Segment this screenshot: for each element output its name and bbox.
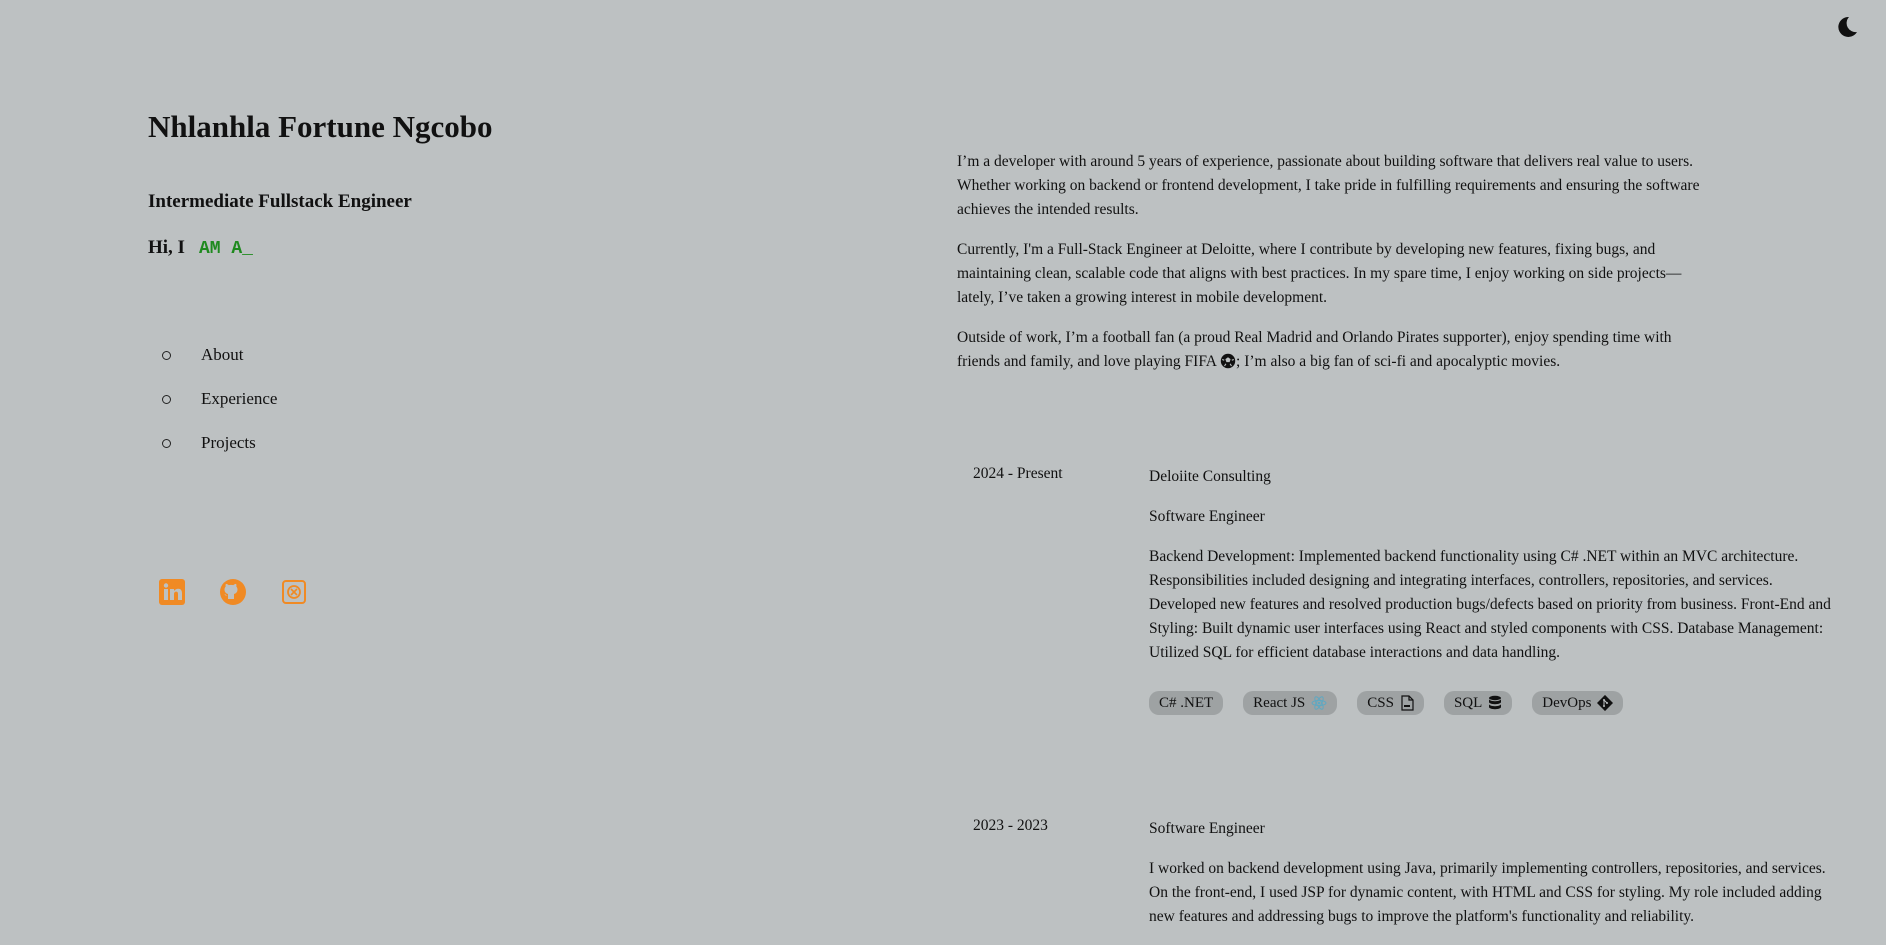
typing-line: Hi, I AM A_: [148, 237, 748, 259]
experience-description: Backend Development: Implemented backend…: [1149, 548, 1831, 661]
about-paragraph-3: Outside of work, I’m a football fan (a p…: [957, 326, 1717, 377]
linkedin-icon[interactable]: [158, 578, 186, 606]
moon-icon: [1835, 15, 1859, 44]
git-icon: [1597, 695, 1614, 711]
social-links: [158, 578, 308, 606]
nav-item-projects[interactable]: Projects: [148, 421, 748, 465]
bullet-icon: [162, 438, 171, 448]
tag-css[interactable]: CSS: [1357, 691, 1424, 715]
tag-sql[interactable]: SQL: [1443, 691, 1513, 715]
tag-label: CSS: [1367, 695, 1394, 711]
bullet-icon: [162, 350, 171, 360]
nav-link-experience[interactable]: Experience: [201, 389, 277, 409]
profile-title: Intermediate Fullstack Engineer: [148, 191, 412, 213]
experience-role: Software Engineer: [1149, 508, 1265, 525]
greeting-text: Hi, I: [148, 237, 185, 259]
about-paragraph-1: I’m a developer with around 5 years of e…: [957, 153, 1700, 218]
tag-devops[interactable]: DevOps: [1532, 691, 1624, 715]
experience-company: Deloiite Consulting: [1149, 468, 1271, 485]
bullet-icon: [162, 394, 171, 404]
experience-role: Software Engineer: [1149, 820, 1265, 837]
experience-date: 2024 - Present: [973, 465, 1063, 482]
tag-react[interactable]: React JS: [1243, 691, 1338, 715]
tag-label: C# .NET: [1159, 695, 1214, 711]
nav-link-about[interactable]: About: [201, 345, 244, 365]
css-file-icon: [1400, 695, 1414, 711]
tag-label: React JS: [1253, 695, 1306, 711]
about-p3-end: ; I’m also a big fan of sci-fi and apoca…: [1236, 353, 1561, 370]
tag-csharp[interactable]: C# .NET: [1149, 691, 1224, 715]
profile-name: Nhlanhla Fortune Ngcobo: [148, 109, 493, 144]
tag-label: SQL: [1453, 695, 1483, 711]
typed-text: AM A_: [198, 239, 253, 260]
database-icon: [1488, 695, 1502, 711]
react-icon: [1311, 695, 1327, 711]
profile-column: Nhlanhla Fortune Ngcobo Intermediate Ful…: [148, 108, 748, 465]
experience-date: 2023 - 2023: [973, 817, 1048, 834]
nav-item-experience[interactable]: Experience: [148, 377, 748, 421]
section-nav: About Experience Projects: [148, 333, 748, 465]
github-icon[interactable]: [219, 578, 247, 606]
theme-toggle-button[interactable]: [1834, 16, 1860, 42]
nav-link-projects[interactable]: Projects: [201, 433, 256, 453]
experience-description: I worked on backend development using Ja…: [1149, 860, 1826, 925]
tag-label: DevOps: [1542, 695, 1592, 711]
about-paragraph-2: Currently, I'm a Full-Stack Engineer at …: [957, 241, 1682, 306]
sololearn-icon[interactable]: [280, 578, 308, 606]
nav-item-about[interactable]: About: [148, 333, 748, 377]
soccer-ball-icon: [1220, 353, 1236, 377]
about-section: I’m a developer with around 5 years of e…: [957, 150, 1717, 393]
tech-tags: C# .NET React JS CSS SQL DevOps: [1149, 691, 1839, 715]
